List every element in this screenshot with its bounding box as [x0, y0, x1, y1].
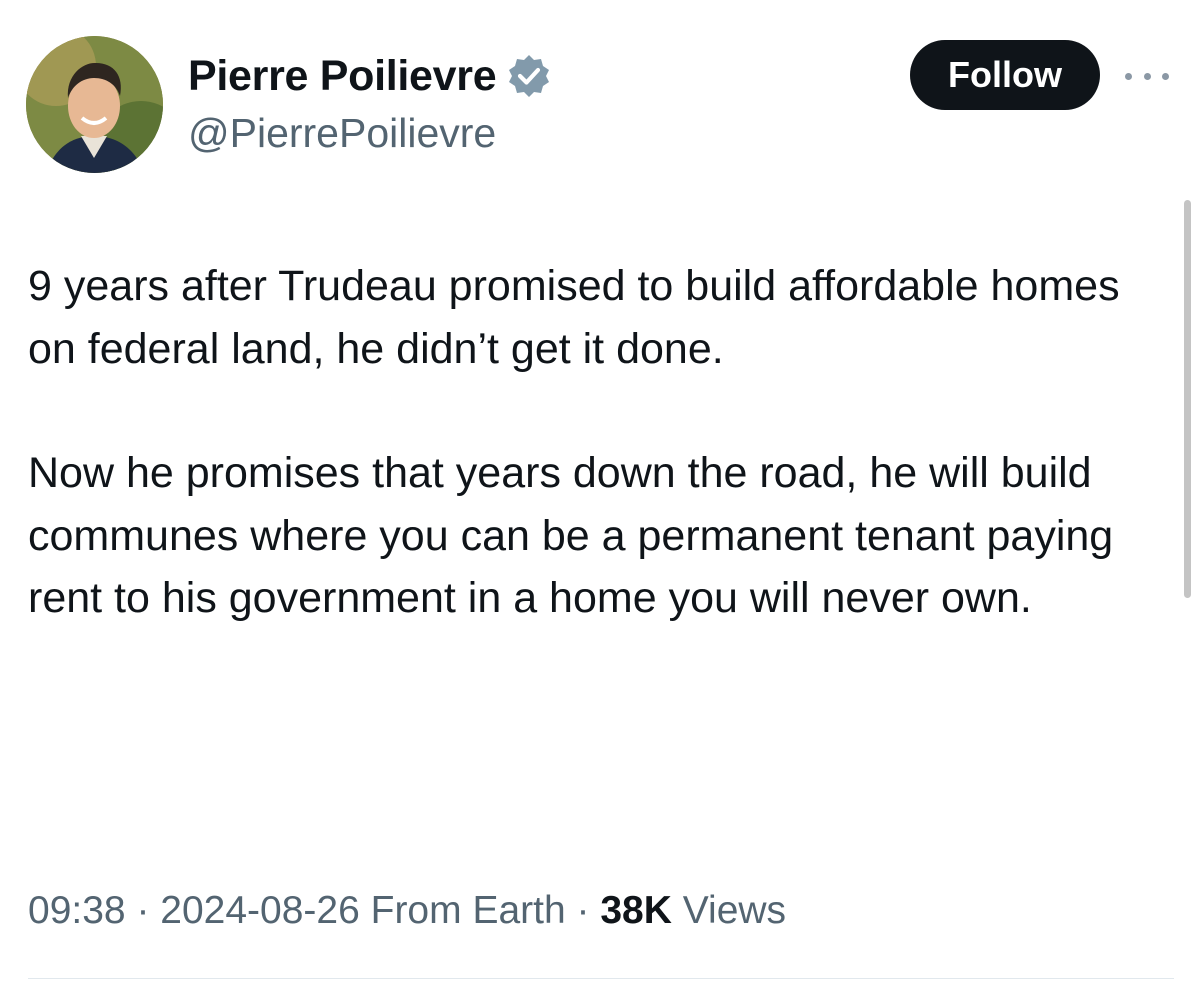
author-name-row: Pierre Poilievre — [188, 50, 552, 102]
tweet: Pierre Poilievre @PierrePoilievre Follow… — [0, 0, 1200, 984]
more-dot — [1125, 72, 1132, 80]
tweet-paragraph-2: Now he promises that years down the road… — [28, 449, 1114, 622]
divider — [28, 978, 1174, 979]
follow-button[interactable]: Follow — [910, 40, 1100, 110]
views-label: Views — [682, 889, 787, 932]
tweet-meta: 09:38 · 2024-08-26 From Earth · 38K View… — [28, 889, 787, 932]
tweet-time[interactable]: 09:38 — [28, 889, 126, 932]
tweet-paragraph-1: 9 years after Trudeau promised to build … — [28, 262, 1120, 373]
avatar[interactable] — [26, 36, 163, 173]
verified-badge-icon[interactable] — [506, 53, 552, 99]
avatar-image — [26, 36, 163, 173]
scrollbar[interactable] — [1184, 200, 1191, 598]
author-display-name[interactable]: Pierre Poilievre — [188, 52, 497, 101]
views-count[interactable]: 38K — [600, 889, 672, 932]
more-dot — [1162, 72, 1169, 80]
more-options-icon[interactable] — [1125, 66, 1169, 86]
tweet-text: 9 years after Trudeau promised to build … — [28, 255, 1178, 630]
more-dot — [1143, 72, 1151, 80]
tweet-date[interactable]: 2024-08-26 — [160, 889, 360, 932]
tweet-source: From Earth — [370, 889, 566, 932]
author-handle[interactable]: @PierrePoilievre — [188, 110, 496, 157]
